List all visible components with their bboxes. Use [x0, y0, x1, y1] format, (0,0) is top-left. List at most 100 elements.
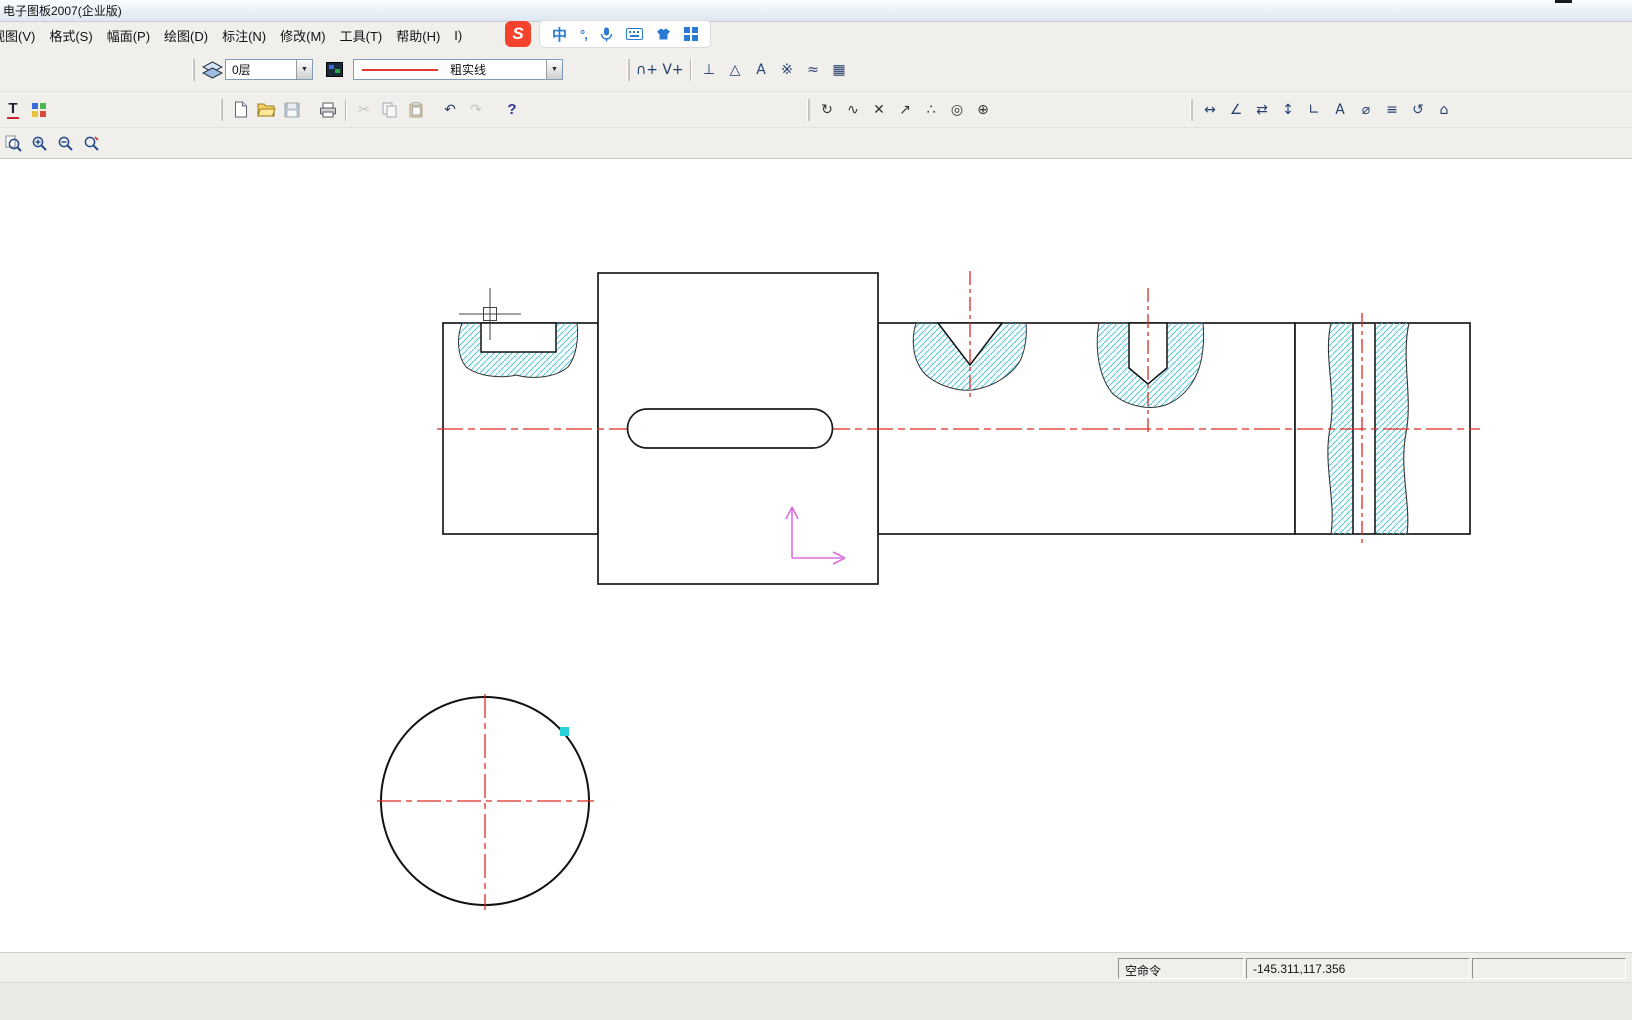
snap-tool-4-button[interactable]: △	[722, 58, 748, 82]
curve-edit-icon: ↻	[821, 101, 833, 118]
save-button[interactable]	[279, 98, 305, 122]
menu-modify[interactable]: 修改(M)	[273, 23, 333, 48]
menu-dimension[interactable]: 标注(N)	[215, 23, 273, 48]
snap-tool-2-button[interactable]: V+	[660, 58, 686, 82]
end-view[interactable]	[377, 694, 594, 910]
toolbar-separator	[690, 58, 692, 81]
grid-icon: ▦	[832, 61, 846, 78]
ime-toolbox-icon[interactable]	[683, 27, 698, 41]
dim-tool-9-button[interactable]: ↺	[1405, 98, 1431, 122]
draw-tool-6-button[interactable]: ◎	[944, 98, 970, 122]
color-settings-button[interactable]	[321, 58, 347, 82]
open-button[interactable]	[253, 98, 279, 122]
menu-format[interactable]: 格式(S)	[42, 23, 99, 48]
reference-icon: ※	[781, 61, 793, 78]
command-status: 空命令	[1118, 958, 1244, 979]
menu-view[interactable]: 视图(V)	[0, 23, 42, 48]
undo-button[interactable]: ↶	[437, 98, 463, 122]
text-tool-button[interactable]: T	[0, 98, 26, 122]
menu-draw[interactable]: 绘图(D)	[157, 23, 215, 48]
palette-tool-button[interactable]	[26, 98, 52, 122]
draw-tool-3-button[interactable]: ✕	[866, 98, 892, 122]
ime-mode-toggle[interactable]: 中	[552, 24, 567, 45]
new-button[interactable]	[227, 98, 253, 122]
draw-tool-2-button[interactable]: ∿	[840, 98, 866, 122]
zoom-dynamic-button[interactable]	[78, 131, 104, 155]
zoom-dynamic-icon	[83, 135, 100, 152]
delete-entity-icon: ✕	[873, 101, 885, 118]
dim-tool-1-button[interactable]: ↔	[1197, 98, 1223, 122]
dim-tool-10-button[interactable]: ⌂	[1431, 98, 1457, 122]
linestyle-combo[interactable]: 粗实线 ▼	[353, 59, 563, 80]
draw-tool-5-button[interactable]: ∴	[918, 98, 944, 122]
dim-tool-6-button[interactable]: A	[1327, 98, 1353, 122]
toolbar-grip[interactable]	[220, 98, 223, 121]
toolbar-grip[interactable]	[627, 58, 630, 81]
grip-point[interactable]	[560, 727, 569, 736]
draw-tool-1-button[interactable]: ↻	[814, 98, 840, 122]
snap-curve-icon: ∩+	[636, 61, 658, 78]
circle-ref-icon: ◎	[950, 101, 964, 118]
dim-tool-7-button[interactable]: ⌀	[1353, 98, 1379, 122]
dim-tool-4-button[interactable]: ↕	[1275, 98, 1301, 122]
chevron-down-icon[interactable]: ▼	[296, 60, 312, 79]
ime-keyboard-icon[interactable]	[625, 28, 643, 40]
zoom-window-button[interactable]	[26, 131, 52, 155]
zoom-all-button[interactable]	[52, 131, 78, 155]
dim-tool-3-button[interactable]: ⇄	[1249, 98, 1275, 122]
menu-help[interactable]: 帮助(H)	[389, 23, 447, 48]
ime-skin-icon[interactable]	[656, 27, 671, 41]
ime-punctuation-toggle[interactable]: °,	[580, 27, 588, 42]
scissors-icon: ✂	[358, 101, 370, 118]
snap-tool-1-button[interactable]: ∩+	[634, 58, 660, 82]
layers-icon	[201, 60, 223, 79]
leader-icon: ≡	[1386, 101, 1398, 118]
snap-tool-8-button[interactable]: ▦	[826, 58, 852, 82]
layer-manager-button[interactable]	[199, 58, 225, 82]
open-folder-icon	[256, 102, 276, 117]
dim-tool-5-button[interactable]: ∟	[1301, 98, 1327, 122]
copy-button[interactable]	[377, 98, 403, 122]
menu-extra[interactable]: I)	[447, 25, 469, 46]
dim-tool-8-button[interactable]: ≡	[1379, 98, 1405, 122]
chevron-down-icon[interactable]: ▼	[546, 60, 562, 79]
drawing-canvas[interactable]	[0, 158, 1632, 952]
snap-vertex-icon: V+	[662, 61, 684, 78]
palette-icon	[31, 102, 47, 118]
window-titlebar: 电子图板2007(企业版)	[0, 0, 1632, 22]
spline-icon: ∿	[847, 101, 859, 118]
print-button[interactable]	[315, 98, 341, 122]
save-icon	[284, 102, 300, 118]
cad-drawing	[377, 271, 1480, 910]
draw-tool-7-button[interactable]: ⊕	[970, 98, 996, 122]
toolbar-grip[interactable]	[807, 98, 810, 121]
menu-tools[interactable]: 工具(T)	[333, 23, 390, 48]
redo-button[interactable]: ↷	[463, 98, 489, 122]
polar-icon: △	[729, 61, 741, 78]
zoom-previous-button[interactable]	[0, 131, 26, 155]
layer-combo[interactable]: 0层 ▼	[225, 59, 313, 80]
snap-tool-3-button[interactable]: ⊥	[696, 58, 722, 82]
annotation-icon: A	[1335, 101, 1345, 118]
help-button[interactable]: ?	[499, 98, 525, 122]
keyway-slot[interactable]	[626, 408, 834, 449]
draw-tool-4-button[interactable]: ↗	[892, 98, 918, 122]
rotate-dim-icon: ↺	[1412, 101, 1424, 118]
menu-paper[interactable]: 幅面(P)	[100, 23, 157, 48]
standard-toolbar: T ✂ ↶ ↷ ? ↻ ∿ ✕ ↗ ∴ ◎ ⊕ ↔ ∠ ⇄ ↕ ∟ A ⌀ ≡ …	[0, 92, 1632, 128]
snap-tool-6-button[interactable]: ※	[774, 58, 800, 82]
paste-button[interactable]	[403, 98, 429, 122]
snap-tool-7-button[interactable]: ≈	[800, 58, 826, 82]
toolbar-grip[interactable]	[1190, 98, 1193, 121]
diameter-dim-icon: ⌀	[1361, 101, 1371, 118]
toolbar-grip[interactable]	[192, 58, 195, 81]
redo-icon: ↷	[470, 101, 482, 118]
sogou-logo-icon[interactable]: S	[505, 21, 531, 47]
dim-tool-2-button[interactable]: ∠	[1223, 98, 1249, 122]
cut-button[interactable]: ✂	[351, 98, 377, 122]
snap-tool-5-button[interactable]: A	[748, 58, 774, 82]
vertical-dim-icon: ↕	[1282, 101, 1294, 118]
home-dim-icon: ⌂	[1439, 101, 1449, 118]
new-file-icon	[232, 101, 249, 118]
ime-mic-icon[interactable]	[600, 27, 613, 42]
